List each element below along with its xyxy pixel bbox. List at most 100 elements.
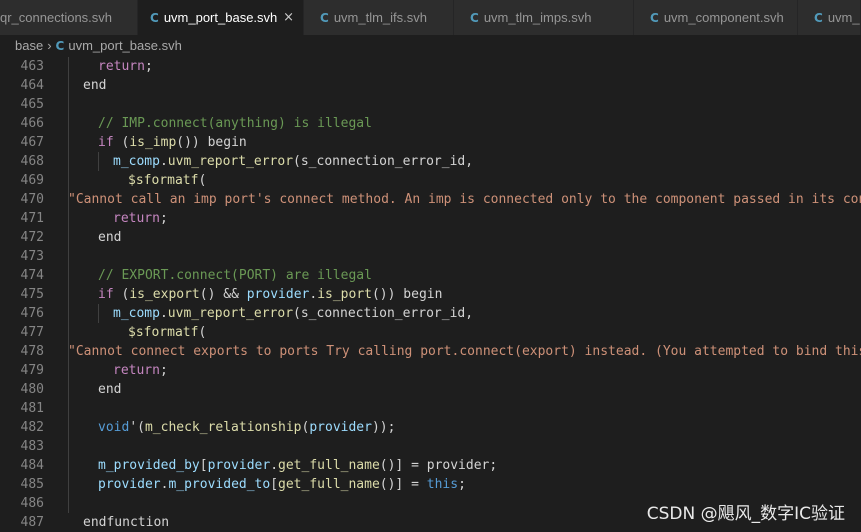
code-line: m_provided_by[provider.get_full_name()] … [98,456,497,475]
line-number: 484 [20,458,44,473]
c-file-icon: C [470,11,479,25]
code-token: [ [199,458,208,473]
code-token: provider [207,458,271,473]
code-line: if (is_imp()) begin [98,133,247,152]
line-number: 475 [20,287,44,302]
code-token: . [309,287,318,302]
code-line: end [83,76,106,95]
close-icon[interactable]: × [283,0,294,35]
code-token: is_imp [129,135,177,150]
line-number: 477 [20,325,44,340]
code-token: get_full_name [278,458,380,473]
code-token: ( [113,287,130,302]
line-number: 466 [20,116,44,131]
tab-uvm-partial[interactable]: Cuvm_ [798,0,861,35]
line-number: 473 [20,249,44,264]
line-number: 481 [20,401,44,416]
code-token: '( [129,420,145,435]
code-token: m_provided_by [98,458,200,473]
code-line: m_comp.uvm_report_error(s_connection_err… [113,152,473,171]
code-line: return; [113,209,168,228]
code-line: // EXPORT.connect(PORT) are illegal [98,266,372,285]
code-token: void [98,420,130,435]
c-file-icon: C [814,11,823,25]
code-line: void'(m_check_relationship(provider)); [98,418,395,437]
code-line: "Cannot connect exports to ports Try cal… [68,342,861,361]
code-token: provider [98,477,161,492]
breadcrumb-folder[interactable]: base [15,38,43,53]
code-token: m_provided_to [168,477,271,492]
code-token: ()) begin [371,287,443,302]
code-token: this [426,477,459,492]
code-token: return [113,211,160,226]
code-token: is_export [129,287,200,302]
line-number: 469 [20,173,44,188]
code-token: . [159,306,168,321]
line-number: 479 [20,363,44,378]
tab-uvm-tlm-ifs[interactable]: Cuvm_tlm_ifs.svh [304,0,454,35]
code-token: // EXPORT.connect(PORT) are illegal [98,268,372,283]
tab-qr-connections[interactable]: qr_connections.svh [0,0,138,35]
code-token: ; [458,477,466,492]
code-token: end [98,382,122,397]
code-line: return; [113,361,168,380]
code-token: ; [144,59,153,74]
c-file-icon: C [150,11,159,25]
code-token: is_port [317,287,372,302]
breadcrumb-file[interactable]: uvm_port_base.svh [68,38,181,53]
code-line: $sformatf( [128,323,206,342]
line-number: 472 [20,230,44,245]
code-token: . [270,458,279,473]
code-token: return [98,59,145,74]
code-line: m_comp.uvm_report_error(s_connection_err… [113,304,473,323]
code-token: if [98,287,114,302]
line-number: 474 [20,268,44,283]
indent-guide [98,304,99,323]
line-number: 476 [20,306,44,321]
code-line: "Cannot call an imp port's connect metho… [68,190,861,209]
code-token: uvm_report_error [167,306,294,321]
code-line: $sformatf( [128,171,206,190]
line-number: 482 [20,420,44,435]
code-token: get_full_name [278,477,380,492]
code-line: // IMP.connect(anything) is illegal [98,114,372,133]
code-token: ( [198,325,207,340]
code-line: if (is_export() && provider.is_port()) b… [98,285,442,304]
tab-label: uvm_tlm_imps.svh [483,10,592,25]
c-file-icon: C [320,11,329,25]
breadcrumb-separator: › [47,38,52,53]
line-number: 486 [20,496,44,511]
code-token: $sformatf [128,173,199,188]
line-number: 467 [20,135,44,150]
tab-uvm-component[interactable]: Cuvm_component.svh [634,0,798,35]
code-token: (s_connection_error_id, [293,154,474,169]
tab-bar: qr_connections.svh Cuvm_port_base.svh × … [0,0,861,36]
c-file-icon: C [55,39,65,53]
code-token: uvm_report_error [167,154,294,169]
line-number: 465 [20,97,44,112]
tab-label: uvm_port_base.svh [163,10,278,25]
code-token: m_check_relationship [144,420,302,435]
breadcrumb: base › Cuvm_port_base.svh [0,35,861,57]
tab-uvm-tlm-imps[interactable]: Cuvm_tlm_imps.svh [454,0,634,35]
code-token: ; [159,211,168,226]
code-token: return [113,363,160,378]
code-token: if [98,135,114,150]
code-editor[interactable]: 463 return; 464 end 465 466 // IMP.connect(any… [0,57,861,532]
watermark: CSDN @飓风_数字IC验证 [646,504,845,524]
tab-uvm-port-base[interactable]: Cuvm_port_base.svh × [138,0,304,35]
code-line: return; [98,57,153,76]
code-token: endfunction [83,515,170,530]
tab-label: uvm_component.svh [663,10,784,25]
line-number: 483 [20,439,44,454]
code-token: m_comp [113,306,160,321]
tab-label: uvm_tlm_ifs.svh [333,10,428,25]
indent-guide [98,152,99,171]
code-line: end [98,228,121,247]
tab-label: qr_connections.svh [0,10,113,25]
code-line: provider.m_provided_to[get_full_name()] … [98,475,466,494]
code-token: // IMP.connect(anything) is illegal [98,116,372,131]
code-token: [ [270,477,279,492]
code-token: . [159,154,168,169]
code-token: provider [309,420,372,435]
